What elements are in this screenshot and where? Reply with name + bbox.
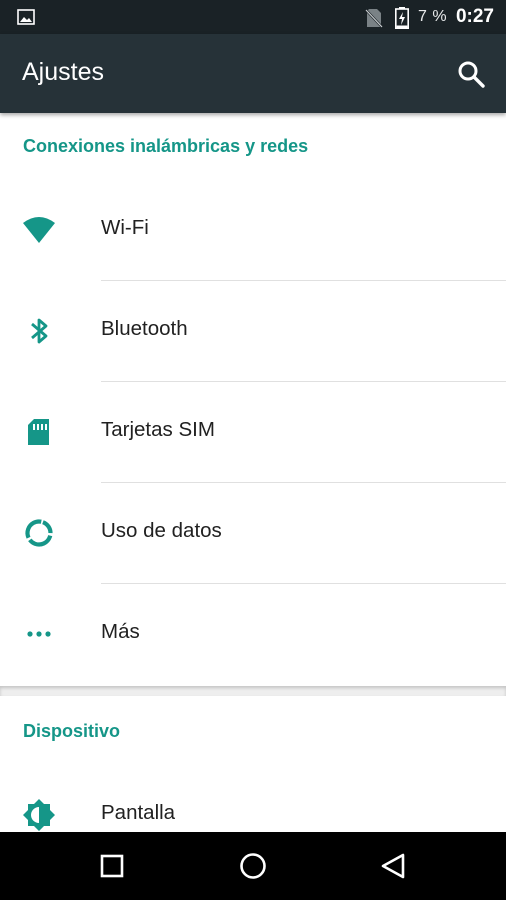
home-icon[interactable] — [238, 851, 268, 881]
section-header-wireless: Conexiones inalámbricas y redes — [23, 136, 309, 156]
brightness-icon — [23, 799, 55, 831]
search-icon[interactable] — [456, 59, 486, 89]
settings-item-display[interactable]: Pantalla — [0, 765, 506, 832]
battery-percent: 7 % — [418, 8, 448, 25]
settings-item-label: Pantalla — [101, 801, 176, 824]
settings-item-label: Bluetooth — [101, 317, 188, 340]
settings-item-label: Tarjetas SIM — [101, 418, 215, 441]
navigation-bar — [0, 832, 506, 900]
settings-item-label: Wi-Fi — [101, 216, 149, 239]
settings-item-sim-cards[interactable]: Tarjetas SIM — [0, 382, 506, 483]
settings-item-more[interactable]: Más — [0, 584, 506, 685]
data-usage-icon — [25, 519, 53, 547]
gallery-icon — [17, 9, 35, 25]
status-bar: 7 % 0:27 — [0, 0, 506, 34]
recents-icon[interactable] — [97, 851, 127, 881]
page-title: Ajustes — [22, 58, 104, 86]
settings-item-data-usage[interactable]: Uso de datos — [0, 483, 506, 584]
settings-item-wifi[interactable]: Wi-Fi — [0, 180, 506, 281]
bluetooth-icon — [31, 318, 48, 344]
battery-charging-icon — [395, 7, 409, 29]
wifi-icon — [23, 217, 55, 243]
settings-item-bluetooth[interactable]: Bluetooth — [0, 281, 506, 382]
clock: 0:27 — [455, 6, 494, 27]
more-icon — [27, 631, 51, 637]
back-icon[interactable] — [379, 851, 409, 881]
settings-list: Conexiones inalámbricas y redes Wi-Fi Bl… — [0, 113, 506, 832]
no-sim-icon — [365, 9, 383, 28]
section-divider — [0, 686, 506, 696]
settings-item-label: Más — [101, 620, 140, 643]
sim-card-icon — [28, 419, 49, 445]
section-header-device: Dispositivo — [23, 721, 121, 741]
app-bar: Ajustes — [0, 34, 506, 113]
settings-item-label: Uso de datos — [101, 519, 222, 542]
